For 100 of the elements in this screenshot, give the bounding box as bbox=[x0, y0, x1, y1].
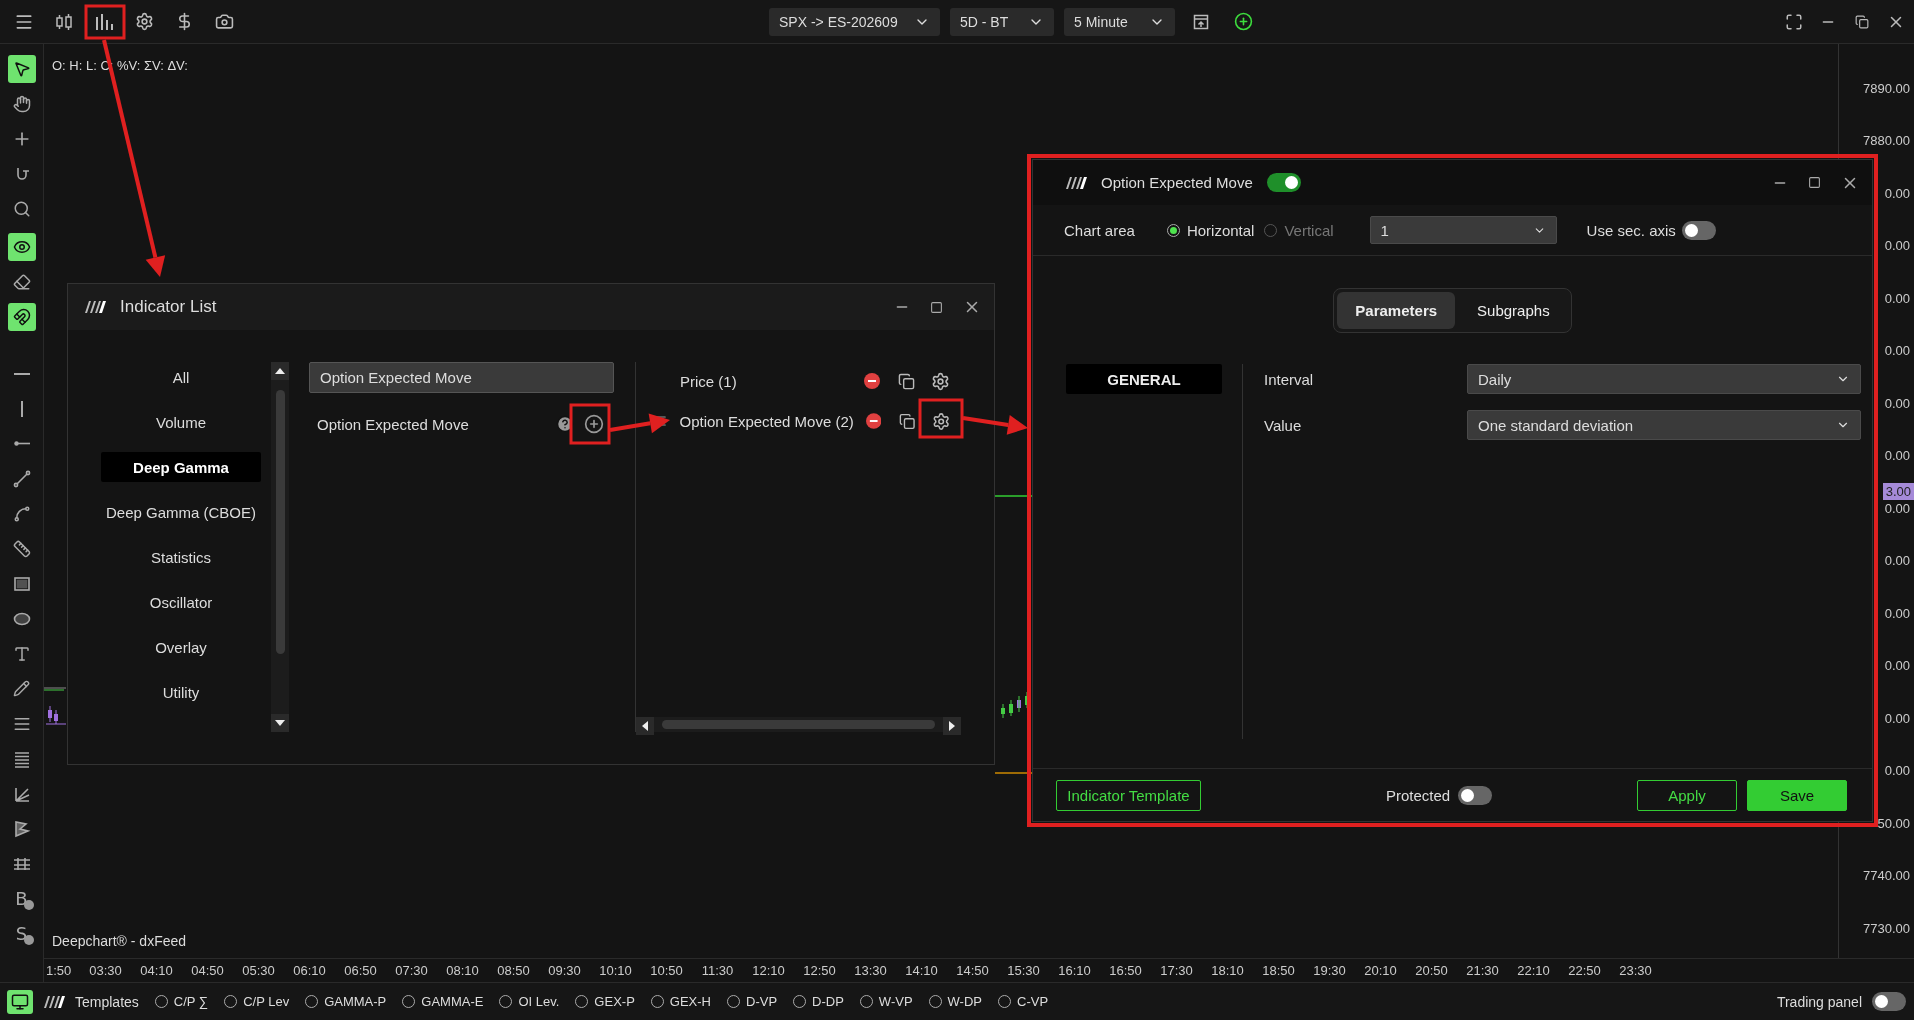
rectangle-icon bbox=[12, 574, 31, 593]
select-field[interactable]: One standard deviation bbox=[1467, 410, 1861, 440]
toggle-switch[interactable] bbox=[1458, 785, 1493, 805]
category-item[interactable]: Overlay bbox=[101, 632, 261, 662]
vertical-line-icon bbox=[20, 400, 23, 417]
radio-label: W-VP bbox=[878, 994, 913, 1009]
price-label: 0.00 bbox=[1884, 710, 1910, 726]
radio-label: OI Lev. bbox=[518, 994, 560, 1009]
category-item[interactable]: Oscillator bbox=[101, 587, 261, 617]
radio-label: GAMMA-E bbox=[421, 994, 484, 1009]
save-button[interactable]: Save bbox=[1747, 779, 1847, 811]
text-icon bbox=[12, 644, 31, 663]
toggle-switch[interactable] bbox=[1681, 220, 1716, 240]
template-button[interactable]: Indicator Template bbox=[1056, 779, 1201, 811]
scroll-up-icon[interactable] bbox=[271, 362, 289, 380]
copy-icon[interactable] bbox=[899, 412, 916, 430]
horizontal-line-icon bbox=[13, 372, 30, 375]
scrollbar[interactable] bbox=[636, 717, 961, 732]
time-label: 08:50 bbox=[496, 963, 531, 978]
pencil-icon bbox=[13, 680, 30, 697]
templates-label: Templates bbox=[75, 993, 139, 1010]
time-label: 04:10 bbox=[139, 963, 174, 978]
add-icon[interactable] bbox=[584, 414, 604, 434]
feed-label: Deepchart® - dxFeed bbox=[52, 933, 188, 949]
ray-icon bbox=[13, 441, 30, 446]
dropdown[interactable]: 5D - BT bbox=[950, 7, 1054, 36]
time-label: 18:50 bbox=[1261, 963, 1296, 978]
category-item[interactable]: Statistics bbox=[101, 542, 261, 572]
time-label: 16:50 bbox=[1108, 963, 1143, 978]
polyline-icon bbox=[12, 504, 31, 523]
line-icon bbox=[12, 469, 31, 488]
time-label: 17:30 bbox=[1159, 963, 1194, 978]
category-item[interactable]: Deep Gamma bbox=[101, 452, 261, 482]
radio-label: Vertical bbox=[1284, 221, 1334, 239]
settings-icon[interactable] bbox=[931, 371, 950, 391]
cursor-icon bbox=[12, 59, 31, 78]
apply-button[interactable]: Apply bbox=[1637, 779, 1737, 811]
remove-icon[interactable] bbox=[865, 413, 882, 429]
result-label: Option Expected Move bbox=[317, 415, 470, 433]
time-label: 21:30 bbox=[1465, 963, 1500, 978]
price-label: 0.00 bbox=[1884, 238, 1910, 254]
pane-select[interactable]: 1 bbox=[1369, 216, 1557, 244]
indicator-label: Option Expected Move (2) bbox=[679, 412, 854, 430]
scrollbar[interactable] bbox=[271, 362, 289, 732]
magnet-icon bbox=[12, 307, 31, 326]
price-label: 7740.00 bbox=[1863, 868, 1910, 884]
tool-button[interactable]: S bbox=[7, 919, 36, 948]
ruler-icon bbox=[12, 539, 31, 558]
tool-button[interactable] bbox=[7, 302, 36, 331]
radio-label: Horizontal bbox=[1186, 221, 1255, 239]
dropdown[interactable]: 5 Minute bbox=[1064, 7, 1175, 36]
dropdown[interactable]: SPX -> ES-202609 bbox=[769, 7, 940, 36]
price-label: 0.00 bbox=[1884, 553, 1910, 569]
monitor-icon[interactable] bbox=[7, 989, 33, 1014]
category-item[interactable]: Utility bbox=[101, 677, 261, 707]
time-label: 10:50 bbox=[649, 963, 684, 978]
lines-icon bbox=[12, 749, 31, 768]
highlight-frame bbox=[569, 403, 611, 445]
copy-icon[interactable] bbox=[898, 372, 915, 390]
category-item[interactable]: Volume bbox=[101, 407, 261, 437]
time-label: 13:30 bbox=[853, 963, 888, 978]
window-title: Option Expected Move bbox=[1101, 174, 1253, 191]
radio-label: GEX-P bbox=[594, 994, 635, 1009]
search-field[interactable]: Option Expected Move bbox=[309, 362, 614, 393]
radio-label: C/P Lev bbox=[243, 994, 290, 1009]
hand-icon bbox=[12, 94, 31, 113]
time-label: 14:50 bbox=[955, 963, 990, 978]
tool-button[interactable] bbox=[7, 54, 36, 83]
radio-label: W-DP bbox=[947, 994, 982, 1009]
price-label: 0.00 bbox=[1884, 343, 1910, 359]
toggle-switch[interactable] bbox=[1266, 173, 1301, 192]
section-item[interactable]: GENERAL bbox=[1066, 364, 1222, 394]
price-label: 0.00 bbox=[1884, 395, 1910, 411]
search-icon bbox=[12, 199, 31, 218]
price-label: 50.00 bbox=[1877, 815, 1910, 831]
settings-icon[interactable] bbox=[931, 411, 950, 431]
scroll-down-icon[interactable] bbox=[271, 714, 289, 732]
time-label: 06:50 bbox=[343, 963, 378, 978]
tab[interactable]: Parameters bbox=[1337, 292, 1456, 329]
time-label: 04:50 bbox=[190, 963, 225, 978]
category-item[interactable]: All bbox=[101, 362, 261, 392]
protected-label: Protected bbox=[1385, 786, 1451, 804]
remove-icon[interactable] bbox=[864, 373, 880, 389]
logo-icon bbox=[1063, 175, 1087, 190]
time-label: 12:10 bbox=[751, 963, 786, 978]
time-label: 12:50 bbox=[802, 963, 837, 978]
tool-button[interactable]: B bbox=[7, 884, 36, 913]
time-label: 22:50 bbox=[1567, 963, 1602, 978]
tool-button[interactable] bbox=[7, 232, 36, 261]
toggle-switch[interactable] bbox=[1872, 992, 1906, 1011]
select-field[interactable]: Daily bbox=[1467, 364, 1861, 394]
tab[interactable]: Subgraphs bbox=[1459, 292, 1568, 329]
time-label: 15:30 bbox=[1006, 963, 1041, 978]
price-label: 0.00 bbox=[1884, 290, 1910, 306]
radio-label: D-VP bbox=[746, 994, 778, 1009]
scroll-right-icon[interactable] bbox=[943, 717, 961, 735]
scroll-left-icon[interactable] bbox=[636, 717, 654, 735]
category-item[interactable]: Deep Gamma (CBOE) bbox=[101, 497, 261, 527]
time-label: 1:50 bbox=[45, 963, 73, 978]
field-label: Value bbox=[1264, 416, 1303, 434]
